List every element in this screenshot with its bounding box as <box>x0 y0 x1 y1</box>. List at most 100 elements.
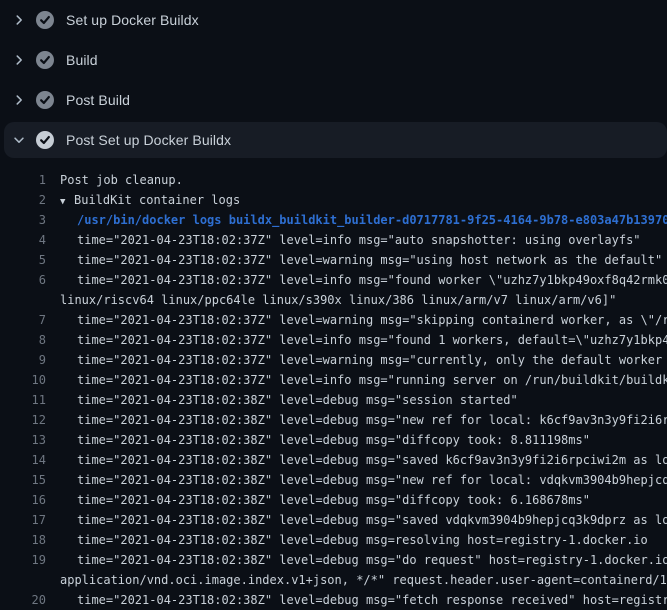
chevron-icon[interactable] <box>12 13 26 27</box>
log-line-content: time="2021-04-23T18:02:37Z" level=info m… <box>46 370 667 390</box>
log-line-text: time="2021-04-23T18:02:38Z" level=debug … <box>77 493 590 507</box>
step-title: Post Build <box>66 92 130 108</box>
log-line-text: time="2021-04-23T18:02:38Z" level=debug … <box>77 593 667 607</box>
log-line-number[interactable]: 7 <box>0 310 46 330</box>
log-line-content: time="2021-04-23T18:02:38Z" level=debug … <box>46 550 667 570</box>
log-line: 9 time="2021-04-23T18:02:37Z" level=warn… <box>0 350 667 370</box>
log-line-text: time="2021-04-23T18:02:38Z" level=debug … <box>77 513 667 527</box>
log-line-content: time="2021-04-23T18:02:38Z" level=debug … <box>46 390 518 410</box>
log-viewer: 1 Post job cleanup. 2 ▼BuildKit containe… <box>0 160 667 610</box>
chevron-icon[interactable] <box>12 53 26 67</box>
log-line: 2 ▼BuildKit container logs <box>0 190 667 210</box>
step-title: Post Set up Docker Buildx <box>66 132 231 148</box>
check-circle-icon <box>36 91 54 109</box>
check-circle-icon <box>36 51 54 69</box>
log-line-content: time="2021-04-23T18:02:38Z" level=debug … <box>46 430 590 450</box>
log-line-number[interactable]: 6 <box>0 270 46 290</box>
log-line-content: /usr/bin/docker logs buildx_buildkit_bui… <box>46 210 667 230</box>
log-line-text: time="2021-04-23T18:02:37Z" level=warnin… <box>77 313 667 327</box>
log-line-number[interactable]: 15 <box>0 470 46 490</box>
log-line: linux/riscv64 linux/ppc64le linux/s390x … <box>0 290 667 310</box>
log-line-text: BuildKit container logs <box>74 193 240 207</box>
log-line-number[interactable]: 18 <box>0 530 46 550</box>
step-title: Build <box>66 52 98 68</box>
step-header-3[interactable]: Post Set up Docker Buildx <box>4 122 667 158</box>
log-line-content: linux/riscv64 linux/ppc64le linux/s390x … <box>46 290 616 310</box>
log-line: 13 time="2021-04-23T18:02:38Z" level=deb… <box>0 430 667 450</box>
log-line: 7 time="2021-04-23T18:02:37Z" level=warn… <box>0 310 667 330</box>
log-line-content: time="2021-04-23T18:02:37Z" level=info m… <box>46 270 667 290</box>
log-line: 1 Post job cleanup. <box>0 170 667 190</box>
log-line-number[interactable] <box>0 570 46 590</box>
log-line-content: time="2021-04-23T18:02:38Z" level=debug … <box>46 410 667 430</box>
log-line-text: time="2021-04-23T18:02:38Z" level=debug … <box>77 533 648 547</box>
log-line-number[interactable]: 2 <box>0 190 46 210</box>
log-line-content: time="2021-04-23T18:02:37Z" level=warnin… <box>46 310 667 330</box>
job-steps-list: Set up Docker Buildx Build <box>0 0 667 158</box>
log-line-text: time="2021-04-23T18:02:37Z" level=warnin… <box>77 253 662 267</box>
log-line-number[interactable]: 8 <box>0 330 46 350</box>
log-line-text: time="2021-04-23T18:02:37Z" level=info m… <box>77 233 641 247</box>
log-line: 18 time="2021-04-23T18:02:38Z" level=deb… <box>0 530 667 550</box>
log-line-text: application/vnd.oci.image.index.v1+json,… <box>60 573 667 587</box>
log-line-number[interactable]: 3 <box>0 210 46 230</box>
log-line: 19 time="2021-04-23T18:02:38Z" level=deb… <box>0 550 667 570</box>
log-line: 10 time="2021-04-23T18:02:37Z" level=inf… <box>0 370 667 390</box>
step-header-1[interactable]: Build <box>0 40 667 80</box>
log-line-number[interactable] <box>0 290 46 310</box>
log-line-content: time="2021-04-23T18:02:38Z" level=debug … <box>46 510 667 530</box>
log-line: 8 time="2021-04-23T18:02:37Z" level=info… <box>0 330 667 350</box>
log-line-number[interactable]: 14 <box>0 450 46 470</box>
log-line: 11 time="2021-04-23T18:02:38Z" level=deb… <box>0 390 667 410</box>
step-header-2[interactable]: Post Build <box>0 80 667 120</box>
chevron-icon[interactable] <box>12 133 26 147</box>
chevron-icon[interactable] <box>12 93 26 107</box>
log-line: 17 time="2021-04-23T18:02:38Z" level=deb… <box>0 510 667 530</box>
log-line-text: time="2021-04-23T18:02:37Z" level=info m… <box>77 373 667 387</box>
log-line-content: time="2021-04-23T18:02:38Z" level=debug … <box>46 470 667 490</box>
log-group-toggle-icon[interactable]: ▼ <box>60 192 74 210</box>
log-line-number[interactable]: 1 <box>0 170 46 190</box>
log-line: 12 time="2021-04-23T18:02:38Z" level=deb… <box>0 410 667 430</box>
log-line-number[interactable]: 19 <box>0 550 46 570</box>
step-title: Set up Docker Buildx <box>66 12 199 28</box>
log-line-content: time="2021-04-23T18:02:38Z" level=debug … <box>46 530 648 550</box>
log-line-content: Post job cleanup. <box>46 170 183 190</box>
log-line-number[interactable]: 16 <box>0 490 46 510</box>
check-circle-icon <box>36 131 54 149</box>
log-line: 6 time="2021-04-23T18:02:37Z" level=info… <box>0 270 667 290</box>
log-line-number[interactable]: 10 <box>0 370 46 390</box>
log-line-number[interactable]: 20 <box>0 590 46 610</box>
log-line-number[interactable]: 4 <box>0 230 46 250</box>
log-line-content: time="2021-04-23T18:02:38Z" level=debug … <box>46 450 667 470</box>
log-line-number[interactable]: 9 <box>0 350 46 370</box>
log-line-content: time="2021-04-23T18:02:38Z" level=debug … <box>46 590 667 610</box>
log-line-text: time="2021-04-23T18:02:37Z" level=info m… <box>77 333 667 347</box>
log-line-number[interactable]: 12 <box>0 410 46 430</box>
log-line: 5 time="2021-04-23T18:02:37Z" level=warn… <box>0 250 667 270</box>
log-line-text: Post job cleanup. <box>60 173 183 187</box>
check-circle-icon <box>36 11 54 29</box>
log-line: 4 time="2021-04-23T18:02:37Z" level=info… <box>0 230 667 250</box>
log-line-content: time="2021-04-23T18:02:37Z" level=info m… <box>46 230 641 250</box>
log-line-text: time="2021-04-23T18:02:38Z" level=debug … <box>77 393 518 407</box>
log-line-content: time="2021-04-23T18:02:37Z" level=info m… <box>46 330 667 350</box>
log-line-number[interactable]: 5 <box>0 250 46 270</box>
log-line-number[interactable]: 17 <box>0 510 46 530</box>
log-line-text: time="2021-04-23T18:02:38Z" level=debug … <box>77 433 590 447</box>
log-line-number[interactable]: 11 <box>0 390 46 410</box>
log-line-text: /usr/bin/docker logs buildx_buildkit_bui… <box>77 213 667 227</box>
log-line: 15 time="2021-04-23T18:02:38Z" level=deb… <box>0 470 667 490</box>
log-line-content: ▼BuildKit container logs <box>46 190 240 210</box>
log-line-text: time="2021-04-23T18:02:38Z" level=debug … <box>77 453 667 467</box>
log-line: application/vnd.oci.image.index.v1+json,… <box>0 570 667 590</box>
log-line-text: time="2021-04-23T18:02:38Z" level=debug … <box>77 473 667 487</box>
log-line-content: time="2021-04-23T18:02:37Z" level=warnin… <box>46 250 662 270</box>
log-line-text: time="2021-04-23T18:02:38Z" level=debug … <box>77 413 667 427</box>
log-line: 3 /usr/bin/docker logs buildx_buildkit_b… <box>0 210 667 230</box>
step-header-0[interactable]: Set up Docker Buildx <box>0 0 667 40</box>
log-line-content: time="2021-04-23T18:02:37Z" level=warnin… <box>46 350 667 370</box>
log-line: 20 time="2021-04-23T18:02:38Z" level=deb… <box>0 590 667 610</box>
log-line-content: time="2021-04-23T18:02:38Z" level=debug … <box>46 490 590 510</box>
log-line-number[interactable]: 13 <box>0 430 46 450</box>
